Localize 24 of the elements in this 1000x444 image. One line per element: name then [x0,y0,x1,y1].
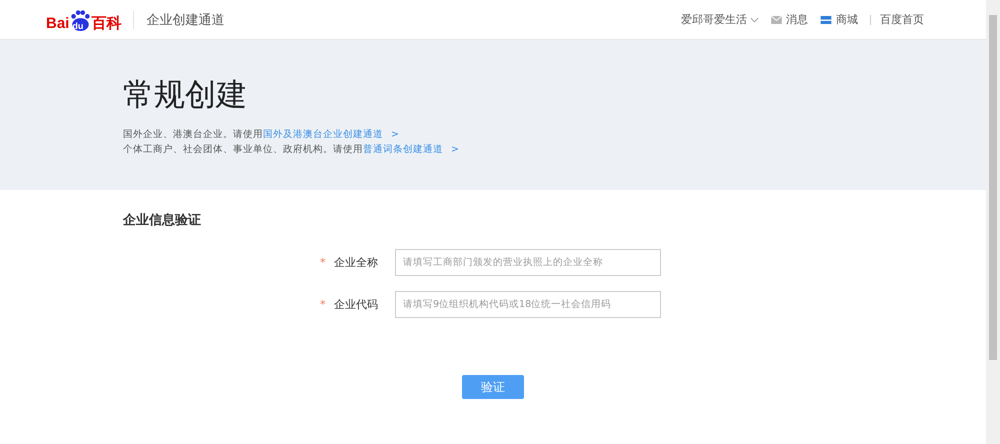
messages-link[interactable]: 消息 [786,12,808,27]
logo-text: 百科 [91,14,122,32]
logo-text: Bai [46,14,70,32]
arrow-text: > [451,144,459,155]
paw-logo: du [69,8,92,32]
scrollbar[interactable] [986,0,1000,444]
home-link[interactable]: 百度首页 [880,12,924,27]
user-menu[interactable]: 爱邱哥爱生活 [681,12,759,27]
mail-icon [771,16,782,24]
shop-icon [820,16,832,24]
input-field[interactable]: 请填写工商部门颁发的营业执照上的企业全称 [395,249,661,276]
shop-link[interactable]: 商城 [836,12,858,27]
required-mark: * [320,298,326,311]
hint-text: 个体工商户、社会团体、事业单位、政府机构。请使用 [123,144,363,155]
required-mark: * [320,256,326,269]
arrow-text: > [391,129,399,140]
field-label: 企业全称 [334,255,379,270]
section-heading: 企业信息验证 [123,212,202,230]
hint-text: 国外企业、港澳台企业。请使用 [123,129,263,140]
field-label: 企业代码 [334,297,379,312]
caret-icon [750,16,759,22]
page-title: 企业创建通道 [146,12,224,28]
banner-title: 常规创建 [123,76,248,115]
input-field[interactable]: 请填写9位组织机构代码或18位统一社会信用码 [395,291,661,318]
